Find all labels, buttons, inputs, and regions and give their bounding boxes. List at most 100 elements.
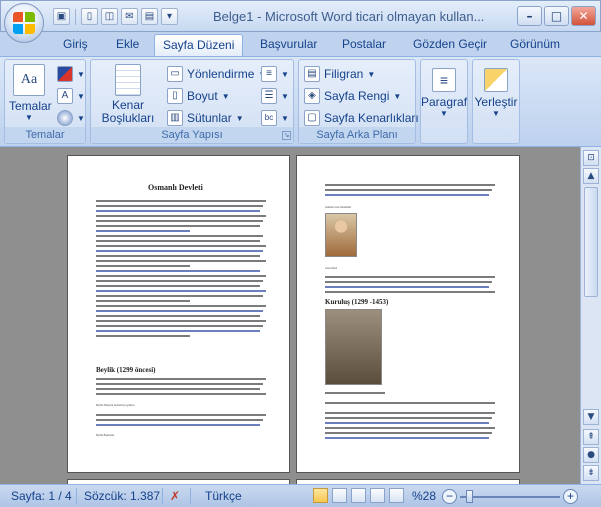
text-line bbox=[96, 200, 266, 202]
zoom-slider-track[interactable] bbox=[460, 496, 560, 498]
text-line bbox=[96, 240, 260, 242]
orientation-button[interactable]: ▭Yönlendirme▼ bbox=[167, 64, 266, 84]
office-button[interactable] bbox=[4, 3, 44, 43]
page-2-heading: Kuruluş (1299 -1453) bbox=[325, 298, 389, 306]
page-2[interactable]: Osmanlı Gazi döneminin Gazi Orhan Kurulu… bbox=[296, 155, 520, 473]
vertical-scrollbar[interactable]: ⊡ ▲ ▼ ⇞ ● ⇟ bbox=[580, 147, 601, 484]
watermark-button[interactable]: ▤ Filigran ▼ bbox=[304, 64, 375, 84]
text-line bbox=[96, 320, 266, 322]
text-line bbox=[325, 437, 489, 439]
text-line bbox=[96, 393, 266, 395]
tab-basvurular[interactable]: Başvurular bbox=[252, 34, 325, 56]
page-1[interactable]: Osmanlı Devleti Beylik (1299 öncesi) Bey… bbox=[67, 155, 290, 473]
breaks-button[interactable]: ≡ ▼ bbox=[261, 64, 289, 84]
margins-icon bbox=[115, 64, 141, 96]
page-borders-icon: ▢ bbox=[304, 110, 320, 126]
page-setup-launcher-icon[interactable]: ↘ bbox=[282, 131, 291, 140]
save-icon[interactable]: ▣ bbox=[53, 8, 70, 25]
qat-separator bbox=[75, 8, 76, 25]
language-status[interactable]: Türkçe bbox=[205, 489, 242, 503]
proofing-icon[interactable]: ✗ bbox=[170, 489, 180, 503]
margins-button[interactable]: Kenar Boşlukları bbox=[97, 64, 159, 125]
theme-effects-button[interactable]: ▼ bbox=[57, 108, 85, 128]
size-icon: ▯ bbox=[167, 88, 183, 104]
tab-gozden-gecir[interactable]: Gözden Geçir bbox=[405, 34, 495, 56]
customize-qat-icon[interactable]: ▾ bbox=[161, 8, 178, 25]
tab-gorunum[interactable]: Görünüm bbox=[502, 34, 568, 56]
tab-sayfa-duzeni[interactable]: Sayfa Düzeni bbox=[154, 34, 244, 56]
text-line bbox=[96, 305, 266, 307]
full-screen-reading-view-icon[interactable] bbox=[332, 488, 347, 503]
size-button[interactable]: ▯ Boyut ▼ bbox=[167, 86, 230, 106]
text-line bbox=[325, 276, 495, 278]
word-count-status[interactable]: Sözcük: 1.387 bbox=[84, 489, 160, 503]
ruler-toggle-icon[interactable]: ⊡ bbox=[583, 150, 599, 166]
theme-colors-button[interactable]: ▼ bbox=[57, 64, 85, 84]
text-line bbox=[96, 215, 266, 217]
text-line bbox=[96, 378, 266, 380]
draft-view-icon[interactable] bbox=[389, 488, 404, 503]
close-button[interactable]: ✕ bbox=[571, 6, 596, 26]
columns-button[interactable]: ▥ Sütunlar ▼ bbox=[167, 108, 244, 128]
hyphenation-button[interactable]: bc ▼ bbox=[261, 108, 289, 128]
zoom-in-icon[interactable]: + bbox=[563, 489, 578, 504]
page-background-group: ▤ Filigran ▼ ◈ Sayfa Rengi ▼ ▢ Sayfa Kenarlık… bbox=[298, 59, 419, 144]
print-preview-icon[interactable]: ▤ bbox=[141, 8, 158, 25]
page-count-status[interactable]: Sayfa: 1 / 4 bbox=[11, 489, 72, 503]
theme-fonts-button[interactable]: A ▼ bbox=[57, 86, 85, 106]
page-1-caption: Beylik: Beylerin Anadolu'yu gelmesi bbox=[96, 404, 135, 407]
text-line bbox=[325, 392, 385, 394]
page-setup-group: Kenar Boşlukları ▭Yönlendirme▼ ▯Boyut▼ ▥… bbox=[90, 59, 294, 144]
text-line bbox=[96, 414, 266, 416]
page-1-last-line: Beylik Başlaması bbox=[96, 434, 115, 437]
text-line bbox=[96, 210, 260, 212]
text-line bbox=[96, 280, 263, 282]
text-line bbox=[325, 194, 489, 196]
maximize-button[interactable]: □ bbox=[544, 6, 569, 26]
next-page-icon[interactable]: ⇟ bbox=[583, 465, 599, 481]
page-color-button[interactable]: ◈ Sayfa Rengi ▼ bbox=[304, 86, 401, 106]
text-line bbox=[96, 310, 263, 312]
new-doc-icon[interactable]: ▯ bbox=[81, 8, 98, 25]
outline-view-icon[interactable] bbox=[370, 488, 385, 503]
text-line bbox=[325, 412, 495, 414]
print-layout-view-icon[interactable] bbox=[313, 488, 328, 503]
line-numbers-icon: ☰ bbox=[261, 88, 277, 104]
paragraph-button[interactable]: ≡ Paragraf ▼ bbox=[421, 68, 467, 118]
document-area[interactable]: Osmanlı Devleti Beylik (1299 öncesi) Bey… bbox=[0, 147, 580, 489]
web-layout-view-icon[interactable] bbox=[351, 488, 366, 503]
text-line bbox=[96, 315, 260, 317]
line-numbers-button[interactable]: ☰ ▼ bbox=[261, 86, 289, 106]
scroll-thumb[interactable] bbox=[584, 187, 598, 297]
text-line bbox=[96, 388, 260, 390]
browse-object-icon[interactable]: ● bbox=[583, 447, 599, 463]
text-line bbox=[96, 230, 190, 232]
text-line bbox=[96, 383, 263, 385]
scroll-down-icon[interactable]: ▼ bbox=[583, 409, 599, 425]
text-line bbox=[96, 250, 263, 252]
page-borders-button[interactable]: ▢ Sayfa Kenarlıkları bbox=[304, 108, 419, 128]
mail-icon[interactable]: ✉ bbox=[121, 8, 138, 25]
ribbon-tabs: Giriş Ekle Sayfa Düzeni Başvurular Posta… bbox=[0, 32, 601, 56]
open-icon[interactable]: ◫ bbox=[101, 8, 118, 25]
tab-giris[interactable]: Giriş bbox=[55, 34, 96, 56]
previous-page-icon[interactable]: ⇞ bbox=[583, 429, 599, 445]
zoom-slider-thumb[interactable] bbox=[466, 490, 473, 503]
sultan-portrait-image bbox=[325, 213, 357, 257]
tab-postalar[interactable]: Postalar bbox=[334, 34, 394, 56]
tab-ekle[interactable]: Ekle bbox=[108, 34, 147, 56]
arrange-button[interactable]: Yerleştir ▼ bbox=[473, 68, 519, 118]
breaks-icon: ≡ bbox=[261, 66, 277, 82]
themes-button[interactable]: Aa Temalar ▼ bbox=[9, 64, 52, 122]
ribbon: Aa Temalar ▼ ▼ A ▼ ▼ Temalar Kenar Boşluk… bbox=[0, 56, 601, 147]
window-title: Belge1 - Microsoft Word ticari olmayan k… bbox=[213, 9, 485, 24]
status-separator bbox=[162, 488, 163, 504]
text-line bbox=[96, 300, 190, 302]
minimize-button[interactable]: – bbox=[517, 6, 542, 26]
watermark-icon: ▤ bbox=[304, 66, 320, 82]
page-2-top-caption: Osmanlı Gazi döneminin bbox=[325, 206, 352, 209]
text-line bbox=[325, 432, 492, 434]
scroll-up-icon[interactable]: ▲ bbox=[583, 168, 599, 184]
zoom-out-icon[interactable]: − bbox=[442, 489, 457, 504]
zoom-level[interactable]: %28 bbox=[412, 489, 436, 503]
